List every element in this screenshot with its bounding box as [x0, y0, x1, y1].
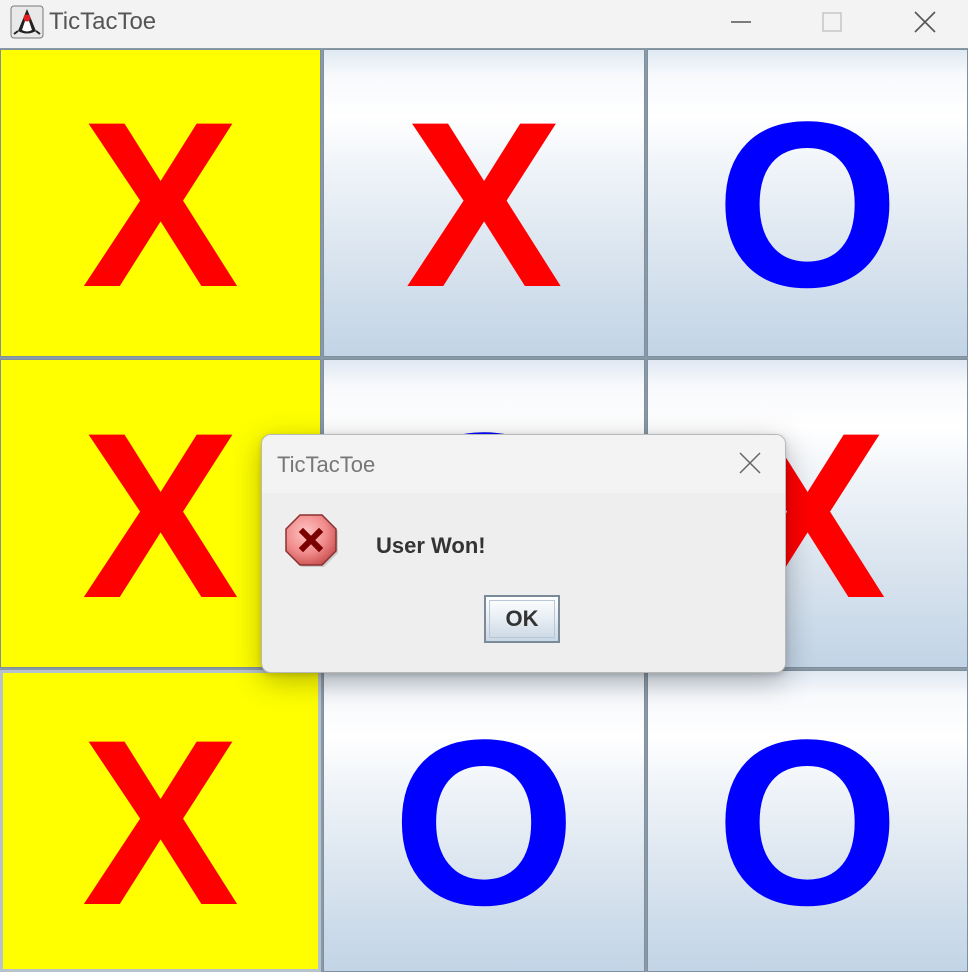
dialog-close-button[interactable]: [732, 447, 768, 479]
title-bar: TicTacToe: [0, 0, 968, 48]
board-cell-3-2[interactable]: O: [323, 670, 645, 972]
board-cell-1-1[interactable]: X: [0, 49, 321, 357]
minimize-icon: [731, 21, 751, 23]
close-button[interactable]: [890, 0, 960, 44]
cell-mark: X: [81, 73, 240, 337]
window-title: TicTacToe: [49, 8, 157, 35]
board-cell-3-3[interactable]: O: [647, 670, 968, 972]
cell-mark: O: [392, 691, 576, 955]
message-dialog: TicTacToe User Won! OK: [261, 434, 786, 673]
cell-mark: X: [405, 73, 563, 337]
minimize-button[interactable]: [706, 0, 776, 44]
cell-mark: O: [715, 73, 900, 337]
cell-mark: O: [715, 691, 900, 955]
maximize-icon: [822, 12, 842, 32]
dialog-title: TicTacToe: [277, 452, 376, 477]
cell-mark: X: [81, 691, 240, 955]
close-icon: [739, 452, 761, 474]
board-cell-3-1[interactable]: X: [0, 670, 321, 972]
board-cell-1-2[interactable]: X: [323, 49, 645, 357]
ok-button[interactable]: OK: [484, 595, 560, 643]
dialog-title-bar: TicTacToe: [262, 435, 785, 493]
java-duke-icon: [10, 5, 44, 39]
close-icon: [914, 11, 936, 33]
app-window: TicTacToe X X O X X X O O TicTacToe User…: [0, 0, 968, 972]
error-icon: [285, 514, 338, 567]
cell-mark: X: [81, 383, 240, 648]
board-cell-1-3[interactable]: O: [647, 49, 968, 357]
dialog-message: User Won!: [376, 533, 486, 558]
maximize-button[interactable]: [797, 0, 867, 44]
